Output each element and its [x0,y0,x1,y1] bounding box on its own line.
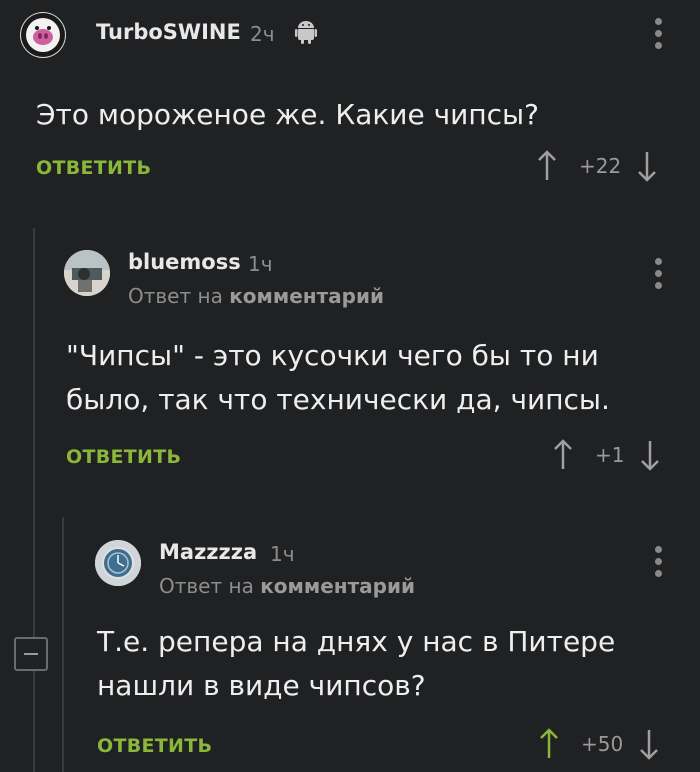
downvote-arrow-icon[interactable] [638,439,662,471]
reply-button[interactable]: ОТВЕТИТЬ [97,735,212,757]
comment-text: Т.е. репера на днях у нас в Питере нашли… [97,625,616,702]
downvote-arrow-icon[interactable] [635,150,659,182]
clock-avatar-icon [95,540,141,586]
reply-button[interactable]: ОТВЕТИТЬ [66,446,181,468]
vote-controls: +50 [537,728,661,760]
timestamp: 1ч [248,252,273,276]
reply-to-prefix: Ответ на [128,284,223,308]
timestamp: 2ч [250,22,275,46]
rating: +1 [595,443,625,467]
photo-avatar-icon [64,250,110,296]
more-options-icon[interactable] [655,258,663,294]
more-options-icon[interactable] [655,18,663,54]
rating: +50 [581,732,624,756]
vote-controls: +1 [551,439,662,471]
comment-3: Mazzzza 1ч Ответ на комментарий Т.е. реп… [0,520,700,772]
reply-to-prefix: Ответ на [159,574,254,598]
avatar[interactable] [95,540,141,586]
reply-to-line: Ответ на комментарий [128,284,384,308]
avatar[interactable] [64,250,110,296]
rating: +22 [579,154,622,178]
upvote-arrow-icon[interactable] [535,150,559,182]
reply-to-link[interactable]: комментарий [260,574,415,598]
more-options-icon[interactable] [655,546,663,582]
pig-logo-icon [21,13,65,57]
reply-button[interactable]: ОТВЕТИТЬ [36,157,151,179]
username[interactable]: Mazzzza [159,540,257,564]
downvote-arrow-icon[interactable] [637,728,661,760]
comment-text: Это мороженое же. Какие чипсы? [36,98,540,131]
upvote-arrow-icon[interactable] [537,728,561,760]
comment-text: "Чипсы" - это кусочки чего бы то ни было… [66,339,610,416]
comment-1: TurboSWINE 2ч Это мороженое же. Какие чи… [0,0,700,210]
reply-to-line: Ответ на комментарий [159,574,415,598]
username[interactable]: bluemoss [128,250,241,274]
reply-to-link[interactable]: комментарий [229,284,384,308]
avatar[interactable] [20,12,66,58]
comment-2: bluemoss 1ч Ответ на комментарий "Чипсы"… [0,230,700,500]
vote-controls: +22 [535,150,659,182]
timestamp: 1ч [270,542,295,566]
upvote-arrow-icon[interactable] [551,439,575,471]
android-icon [295,21,317,44]
username[interactable]: TurboSWINE [96,20,241,44]
